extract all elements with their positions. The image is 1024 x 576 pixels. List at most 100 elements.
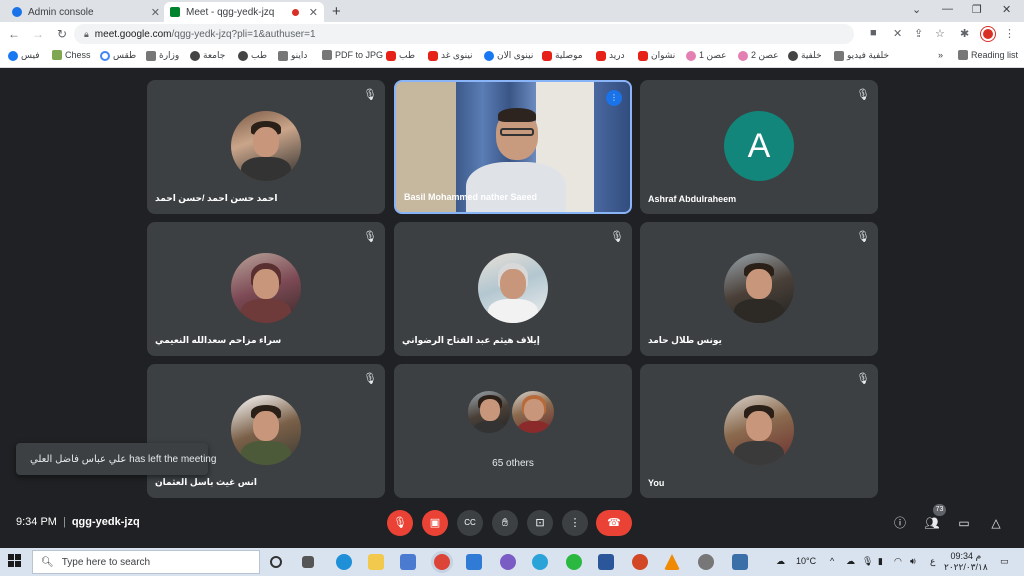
participant-name: سراء مزاحم سعدالله النعيمي xyxy=(155,335,282,345)
bookmark-item[interactable]: PDF to JPG xyxy=(322,50,383,60)
bookmark-item[interactable]: خلفية xyxy=(788,50,822,61)
microphone-toggle-button[interactable]: 🎙︎ xyxy=(387,510,413,536)
close-window-button[interactable]: ✕ xyxy=(1002,3,1011,16)
bookmarks-bar: فيس Chess طقس وزارة جامعة طب داينو PDF t… xyxy=(0,46,1024,68)
participant-tile[interactable]: 🎙︎ انس غيث باسل العثمان xyxy=(147,364,385,498)
bookmark-item[interactable]: طقس xyxy=(100,50,136,61)
tab-label: Meet - qgg-yedk-jzq xyxy=(186,6,275,18)
active-speaker-tile[interactable]: ⋮ Basil Mohammed nather Saeed xyxy=(394,80,632,214)
bookmark-item[interactable]: جامعة xyxy=(190,50,225,61)
people-icon[interactable]: 👥︎ xyxy=(923,514,941,532)
meeting-info-icon[interactable]: ⓘ xyxy=(891,514,909,532)
camera-in-use-icon[interactable]: ■ xyxy=(870,27,877,39)
telegram-icon[interactable] xyxy=(532,554,548,570)
powerpoint-icon[interactable] xyxy=(632,554,648,570)
show-hidden-icons-icon[interactable]: ^ xyxy=(830,556,834,566)
onedrive-icon[interactable]: ☁︎ xyxy=(846,556,855,567)
bookmark-item[interactable]: عصن 2 xyxy=(738,50,779,61)
menu-icon[interactable]: ⋮ xyxy=(1004,27,1015,40)
share-icon[interactable]: ⇪ xyxy=(914,27,923,40)
bookmark-item[interactable]: وزارة xyxy=(146,50,179,61)
lock-icon[interactable]: 🔒︎ xyxy=(84,29,89,40)
bookmark-item[interactable]: نشوان xyxy=(638,50,675,61)
reading-list-icon xyxy=(958,50,968,60)
bookmarks-overflow-button[interactable]: » xyxy=(938,50,943,60)
weather-icon[interactable]: ☁︎ xyxy=(776,556,785,567)
weather-temperature[interactable]: 10°C xyxy=(796,556,816,566)
bookmark-item[interactable]: Chess xyxy=(52,50,91,60)
participant-avatar xyxy=(724,253,794,323)
bookmark-star-icon[interactable]: ☆ xyxy=(935,27,945,40)
participant-tile[interactable]: 🎙︎ سراء مزاحم سعدالله النعيمي xyxy=(147,222,385,356)
system-clock[interactable]: 09:34 م ٢٠٢٢/٠٣/١٨ xyxy=(944,551,988,573)
tab-admin-console[interactable]: Admin console ✕ xyxy=(6,2,166,22)
address-bar[interactable]: 🔒︎ meet.google.com/qgg-yedk-jzq?pli=1&au… xyxy=(74,24,854,44)
reading-list-button[interactable]: Reading list xyxy=(958,50,1018,60)
vlc-icon[interactable] xyxy=(664,554,680,570)
wifi-icon[interactable]: ◠ xyxy=(894,556,902,567)
tab-search-icon[interactable]: ⌄ xyxy=(912,3,921,16)
activities-icon[interactable]: △ xyxy=(987,514,1005,532)
camera-toggle-button[interactable]: ▣ xyxy=(422,510,448,536)
meet-favicon-icon xyxy=(170,7,180,17)
bookmark-item[interactable]: خلفية فيديو xyxy=(834,50,889,61)
notifications-icon[interactable]: ▭ xyxy=(1000,556,1009,567)
bookmark-item[interactable]: عصن 1 xyxy=(686,50,727,61)
close-tab-icon[interactable]: ✕ xyxy=(151,6,160,19)
task-view-icon[interactable] xyxy=(302,556,314,568)
tab-meet[interactable]: Meet - qgg-yedk-jzq ✕ xyxy=(164,2,324,22)
edge-icon[interactable] xyxy=(336,554,352,570)
chat-icon[interactable]: ▭ xyxy=(955,514,973,532)
bookmark-item[interactable]: دريد xyxy=(596,50,625,61)
whatsapp-icon[interactable] xyxy=(566,554,582,570)
extensions-icon[interactable]: ✱ xyxy=(960,27,969,40)
participant-tile[interactable]: 🎙︎ A Ashraf Abdulraheem xyxy=(640,80,878,214)
maximize-button[interactable]: ❐ xyxy=(972,3,982,16)
battery-icon[interactable]: ▮ xyxy=(878,556,883,567)
bookmark-item[interactable]: نينوى الان xyxy=(484,50,533,61)
participant-tile[interactable]: 🎙︎ احمد حسن احمد /حسن احمد xyxy=(147,80,385,214)
graduation-icon xyxy=(788,50,798,61)
back-icon[interactable]: ← xyxy=(4,27,24,41)
present-screen-button[interactable]: ⊡ xyxy=(527,510,553,536)
captions-button[interactable]: CC xyxy=(457,510,483,536)
profile-avatar[interactable] xyxy=(981,27,995,41)
youtube-icon xyxy=(428,50,438,61)
microphone-tray-icon[interactable]: 🎙︎ xyxy=(862,556,873,567)
store-icon[interactable] xyxy=(400,554,416,570)
new-tab-button[interactable]: + xyxy=(332,3,341,20)
viber-icon[interactable] xyxy=(500,554,516,570)
calculator-icon[interactable] xyxy=(732,554,748,570)
volume-icon[interactable]: 🔊︎ xyxy=(910,556,916,567)
cortana-icon[interactable] xyxy=(270,556,282,568)
notifications-blocked-icon[interactable]: ✕ xyxy=(893,27,902,40)
participant-tile[interactable]: 🎙︎ يونس طلال حامد xyxy=(640,222,878,356)
others-tile[interactable]: 65 others xyxy=(394,364,632,498)
bookmark-item[interactable]: داينو xyxy=(278,50,307,61)
close-tab-icon[interactable]: ✕ xyxy=(309,6,318,19)
minimize-button[interactable]: — xyxy=(942,3,953,15)
word-icon[interactable] xyxy=(598,554,614,570)
more-options-button[interactable]: ⋮ xyxy=(562,510,588,536)
windows-start-icon[interactable] xyxy=(8,554,22,568)
input-language[interactable]: ع xyxy=(930,556,935,567)
chrome-icon[interactable] xyxy=(434,554,450,570)
self-tile[interactable]: 🎙︎ You xyxy=(640,364,878,498)
participant-tile[interactable]: 🎙︎ إيلاف هيثم عبد الفتاح الرضواني xyxy=(394,222,632,356)
taskbar-search-box[interactable]: 🔍︎ Type here to search xyxy=(32,550,260,574)
bookmark-item[interactable]: موصلية xyxy=(542,50,583,61)
raise-hand-button[interactable]: ✋︎ xyxy=(492,510,518,536)
bookmark-item[interactable]: طب xyxy=(386,50,415,61)
file-explorer-icon[interactable] xyxy=(368,554,384,570)
forward-icon[interactable]: → xyxy=(28,27,48,41)
leave-call-button[interactable]: ☎︎ xyxy=(596,510,632,536)
facebook-icon xyxy=(8,50,18,61)
mail-icon[interactable] xyxy=(466,554,482,570)
reload-icon[interactable]: ↻ xyxy=(52,27,72,41)
participant-left-toast: علي عباس فاضل العلي has left the meeting xyxy=(16,443,216,475)
app-icon[interactable] xyxy=(698,554,714,570)
meeting-separator: | xyxy=(62,516,66,528)
bookmark-item[interactable]: فيس xyxy=(8,50,40,61)
bookmark-item[interactable]: نينوى غد xyxy=(428,50,473,61)
bookmark-item[interactable]: طب xyxy=(238,50,267,61)
